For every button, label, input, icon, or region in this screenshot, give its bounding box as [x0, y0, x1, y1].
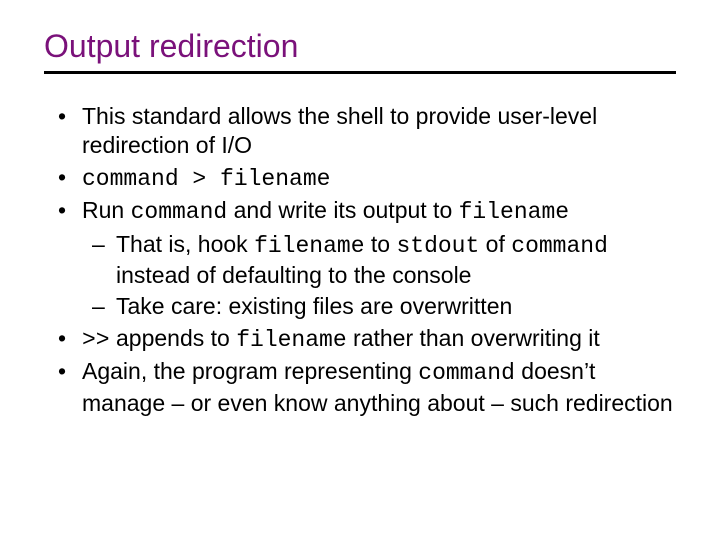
- code-text: stdout: [396, 233, 479, 259]
- bullet-text: instead of defaulting to the console: [116, 262, 471, 288]
- code-text: command: [418, 360, 515, 386]
- slide: Output redirection This standard allows …: [0, 0, 720, 540]
- title-underline: [44, 71, 676, 74]
- bullet-list: This standard allows the shell to provid…: [44, 102, 676, 418]
- bullet-text: appends to: [110, 325, 237, 351]
- sub-bullet-list: That is, hook filename to stdout of comm…: [82, 230, 676, 322]
- bullet-text: rather than overwriting it: [347, 325, 600, 351]
- code-text: filename: [459, 199, 569, 225]
- bullet-text: Run: [82, 197, 131, 223]
- sub-bullet-item: Take care: existing files are overwritte…: [116, 292, 676, 321]
- bullet-item: Again, the program representing command …: [82, 357, 676, 418]
- code-text: command: [131, 199, 228, 225]
- bullet-text: That is, hook: [116, 231, 254, 257]
- bullet-item: This standard allows the shell to provid…: [82, 102, 676, 161]
- bullet-item: Run command and write its output to file…: [82, 196, 676, 322]
- bullet-text: Take care: existing files are overwritte…: [116, 293, 512, 319]
- code-text: command: [511, 233, 608, 259]
- bullet-text: Again, the program representing: [82, 358, 418, 384]
- bullet-item: >> appends to filename rather than overw…: [82, 324, 676, 355]
- code-text: command > filename: [82, 166, 330, 192]
- bullet-text: and write its output to: [227, 197, 458, 223]
- code-text: filename: [254, 233, 364, 259]
- bullet-text: of: [479, 231, 511, 257]
- bullet-text: to: [365, 231, 397, 257]
- bullet-text: This standard allows the shell to provid…: [82, 103, 597, 158]
- code-text: filename: [236, 327, 346, 353]
- sub-bullet-item: That is, hook filename to stdout of comm…: [116, 230, 676, 291]
- slide-title: Output redirection: [44, 28, 676, 65]
- code-text: >>: [82, 327, 110, 353]
- bullet-item: command > filename: [82, 163, 676, 194]
